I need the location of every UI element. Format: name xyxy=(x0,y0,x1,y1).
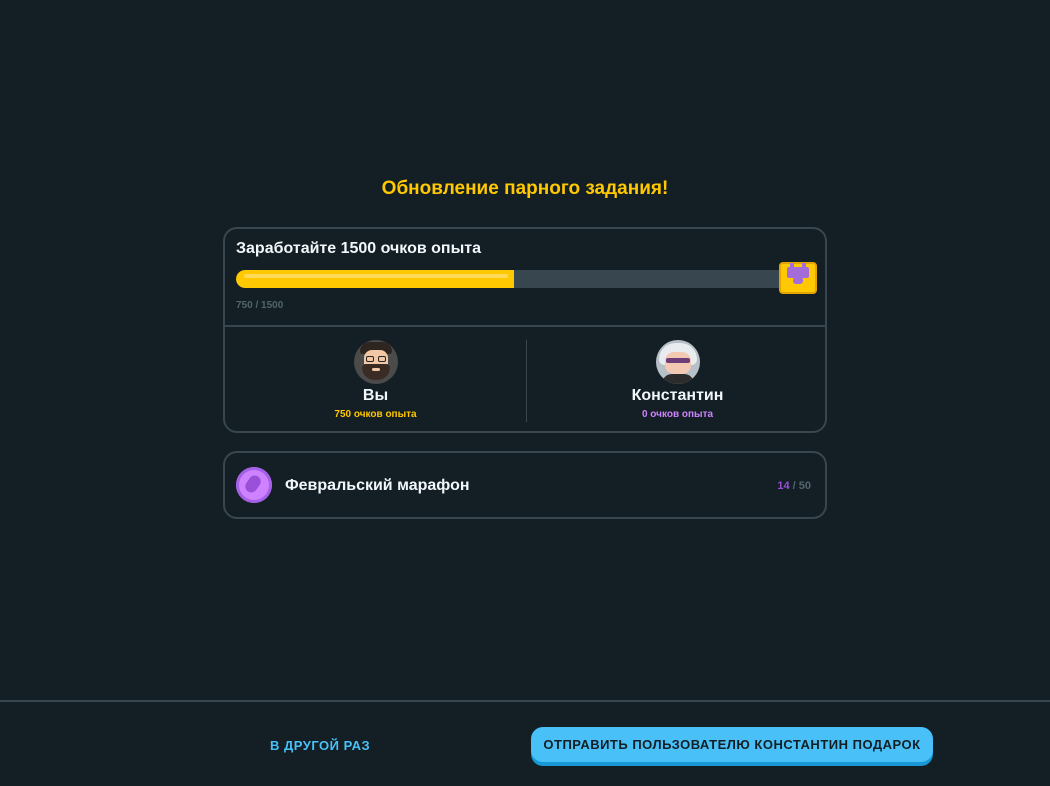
player-name: Константин xyxy=(631,387,724,404)
player-friend: Константин 0 очков опыта xyxy=(527,327,828,433)
chest-icon xyxy=(779,262,817,294)
quest-progress-text: 750 / 1500 xyxy=(236,300,284,311)
player-xp: 750 очков опыта xyxy=(334,409,417,420)
page-title: Обновление парного задания! xyxy=(381,178,669,199)
quest-progress-section: Заработайте 1500 очков опыта 750 / 1500 xyxy=(225,229,825,327)
player-xp: 0 очков опыта xyxy=(641,409,714,420)
quest-card: Заработайте 1500 очков опыта 750 / 1500 … xyxy=(223,227,827,433)
avatar xyxy=(655,340,700,384)
marathon-card: Февральский марафон 14 / 50 xyxy=(223,451,827,519)
marathon-separator: / xyxy=(789,480,799,492)
marathon-title: Февральский марафон xyxy=(285,477,470,494)
marathon-current: 14 xyxy=(777,480,790,492)
marathon-total: 50 xyxy=(798,480,811,492)
avatar xyxy=(353,340,398,384)
quest-progress-shine xyxy=(244,274,508,278)
marathon-progress: 14 / 50 xyxy=(777,480,811,492)
player-you: Вы 750 очков опыта xyxy=(225,327,526,433)
player-name: Вы xyxy=(362,387,389,404)
send-gift-button[interactable]: ОТПРАВИТЬ ПОЛЬЗОВАТЕЛЮ КОНСТАНТИН ПОДАРО… xyxy=(531,727,933,762)
quest-title: Заработайте 1500 очков опыта xyxy=(236,240,481,257)
quest-progress-fill xyxy=(236,270,514,288)
players-section: Вы 750 очков опыта Константин 0 очков оп… xyxy=(225,327,825,433)
footer: В ДРУГОЙ РАЗ ОТПРАВИТЬ ПОЛЬЗОВАТЕЛЮ КОНС… xyxy=(0,700,1050,786)
quest-progress-bar xyxy=(236,270,791,288)
shoe-icon xyxy=(236,467,272,503)
later-button[interactable]: В ДРУГОЙ РАЗ xyxy=(270,738,370,753)
